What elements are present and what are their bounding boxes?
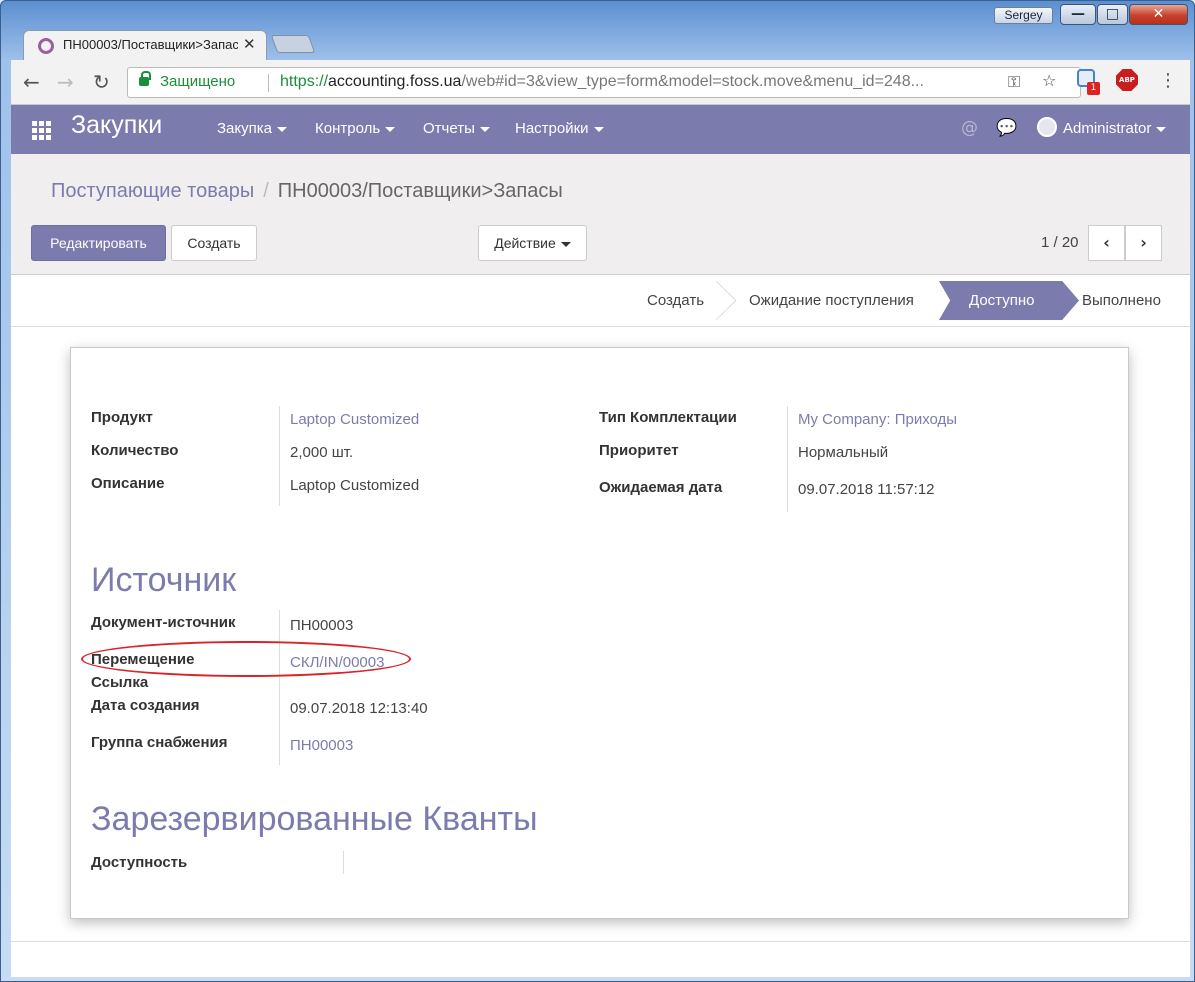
status-step-available[interactable]: Доступно xyxy=(969,276,1034,325)
forward-arrow-icon[interactable]: → xyxy=(57,70,74,94)
procurement-group-label: Группа снабжения xyxy=(91,734,228,751)
source-section-title: Источник xyxy=(91,561,237,599)
right-group-divider xyxy=(787,406,788,512)
quantity-value: 2,000 шт. xyxy=(290,444,354,461)
app-title: Закупки xyxy=(71,111,163,139)
form-sheet: Продукт Laptop Customized Количество 2,0… xyxy=(70,347,1129,919)
browser-toolbar: ← → ↻ Защищено https://accounting.foss.u… xyxy=(11,60,1190,105)
pager-next-button[interactable]: › xyxy=(1125,225,1162,261)
browser-window: Sergey — □ ✕ ПН00003/Поставщики>Запасы ✕… xyxy=(0,0,1195,982)
expected-date-value: 09.07.2018 11:57:12 xyxy=(798,481,935,498)
maximize-button[interactable]: □ xyxy=(1097,4,1128,25)
apps-grid-icon[interactable] xyxy=(32,121,51,140)
lock-icon xyxy=(139,71,151,86)
availability-label: Доступность xyxy=(91,854,188,871)
user-menu[interactable]: Administrator xyxy=(1063,120,1167,137)
creation-date-value: 09.07.2018 12:13:40 xyxy=(290,700,428,717)
url-text[interactable]: https://accounting.foss.ua/web#id=3&view… xyxy=(280,73,996,91)
reserved-quants-title: Зарезервированные Кванты xyxy=(91,800,538,838)
windows-user-badge: Sergey xyxy=(994,7,1053,24)
top-navbar: Закупки Закупка Контроль Отчеты Настройк… xyxy=(11,105,1190,154)
footer-divider xyxy=(11,941,1190,942)
odoo-page: Закупки Закупка Контроль Отчеты Настройк… xyxy=(11,105,1190,977)
edit-button[interactable]: Редактировать xyxy=(31,225,166,261)
chrome-menu-icon[interactable]: ⋮ xyxy=(1159,70,1177,91)
action-dropdown[interactable]: Действие xyxy=(478,225,587,261)
status-step-draft[interactable]: Создать xyxy=(647,276,704,325)
source-group-divider xyxy=(279,610,280,765)
product-value[interactable]: Laptop Customized xyxy=(290,411,419,428)
menu-control[interactable]: Контроль xyxy=(315,120,396,137)
priority-label: Приоритет xyxy=(599,442,679,459)
breadcrumb-current: ПН00003/Поставщики>Запасы xyxy=(277,180,563,202)
avatar[interactable] xyxy=(1037,117,1057,137)
pager-previous-button[interactable]: ‹ xyxy=(1088,225,1125,261)
key-icon[interactable]: ⚿ xyxy=(1008,72,1020,92)
reference-label: Ссылка xyxy=(91,674,149,691)
mention-icon[interactable]: @ xyxy=(961,118,978,138)
status-step-done[interactable]: Выполнено xyxy=(1082,276,1161,325)
status-chevron-icon xyxy=(716,281,736,320)
extension-badge: 1 xyxy=(1087,82,1100,95)
product-label: Продукт xyxy=(91,409,153,426)
breadcrumb: Поступающие товары / ПН00003/Поставщики>За… xyxy=(51,180,563,203)
creation-date-label: Дата создания xyxy=(91,697,200,714)
status-bar: Создать Ожидание поступления Доступно Вы… xyxy=(11,276,1190,327)
breadcrumb-separator: / xyxy=(263,180,269,202)
control-panel: Поступающие товары / ПН00003/Поставщики>За… xyxy=(11,154,1190,275)
close-window-button[interactable]: ✕ xyxy=(1129,4,1188,25)
quantity-label: Количество xyxy=(91,442,179,459)
breadcrumb-parent[interactable]: Поступающие товары xyxy=(51,180,254,202)
description-value: Laptop Customized xyxy=(290,477,420,494)
procurement-group-value[interactable]: ПН00003 xyxy=(290,737,353,754)
expected-date-label: Ожидаемая дата xyxy=(599,479,723,496)
source-document-label: Документ-источник xyxy=(91,614,236,631)
description-label: Описание xyxy=(91,475,165,492)
tab-close-icon[interactable]: ✕ xyxy=(243,35,256,53)
source-document-value: ПН00003 xyxy=(290,617,354,634)
minimize-button[interactable]: — xyxy=(1060,4,1096,25)
pager-value[interactable]: 1 / 20 xyxy=(1041,234,1079,251)
reload-icon[interactable]: ↻ xyxy=(93,70,110,94)
address-bar[interactable]: Защищено https://accounting.foss.ua/web#… xyxy=(127,67,1081,98)
back-arrow-icon[interactable]: ← xyxy=(23,70,40,94)
secure-label: Защищено xyxy=(160,73,236,90)
create-button[interactable]: Создать xyxy=(171,225,257,261)
odoo-favicon-icon xyxy=(38,38,54,54)
adblock-icon[interactable]: ABP xyxy=(1116,69,1138,91)
menu-settings[interactable]: Настройки xyxy=(515,120,604,137)
address-separator xyxy=(268,74,269,92)
highlight-annotation xyxy=(81,641,411,677)
quants-group-divider xyxy=(343,851,344,874)
picking-type-value[interactable]: My Company: Приходы xyxy=(798,411,957,428)
browser-tab[interactable]: ПН00003/Поставщики>Запасы ✕ xyxy=(23,30,267,60)
bookmark-star-icon[interactable]: ☆ xyxy=(1042,71,1056,90)
new-tab-button[interactable] xyxy=(270,35,316,53)
menu-purchase[interactable]: Закупка xyxy=(217,120,287,137)
priority-value: Нормальный xyxy=(798,444,889,461)
menu-reports[interactable]: Отчеты xyxy=(423,120,490,137)
tab-title: ПН00003/Поставщики>Запасы xyxy=(63,37,238,52)
status-step-waiting[interactable]: Ожидание поступления xyxy=(749,276,914,325)
picking-type-label: Тип Комплектации xyxy=(599,409,737,426)
chat-icon[interactable]: 💬 xyxy=(996,118,1017,138)
left-group-divider xyxy=(279,406,280,506)
